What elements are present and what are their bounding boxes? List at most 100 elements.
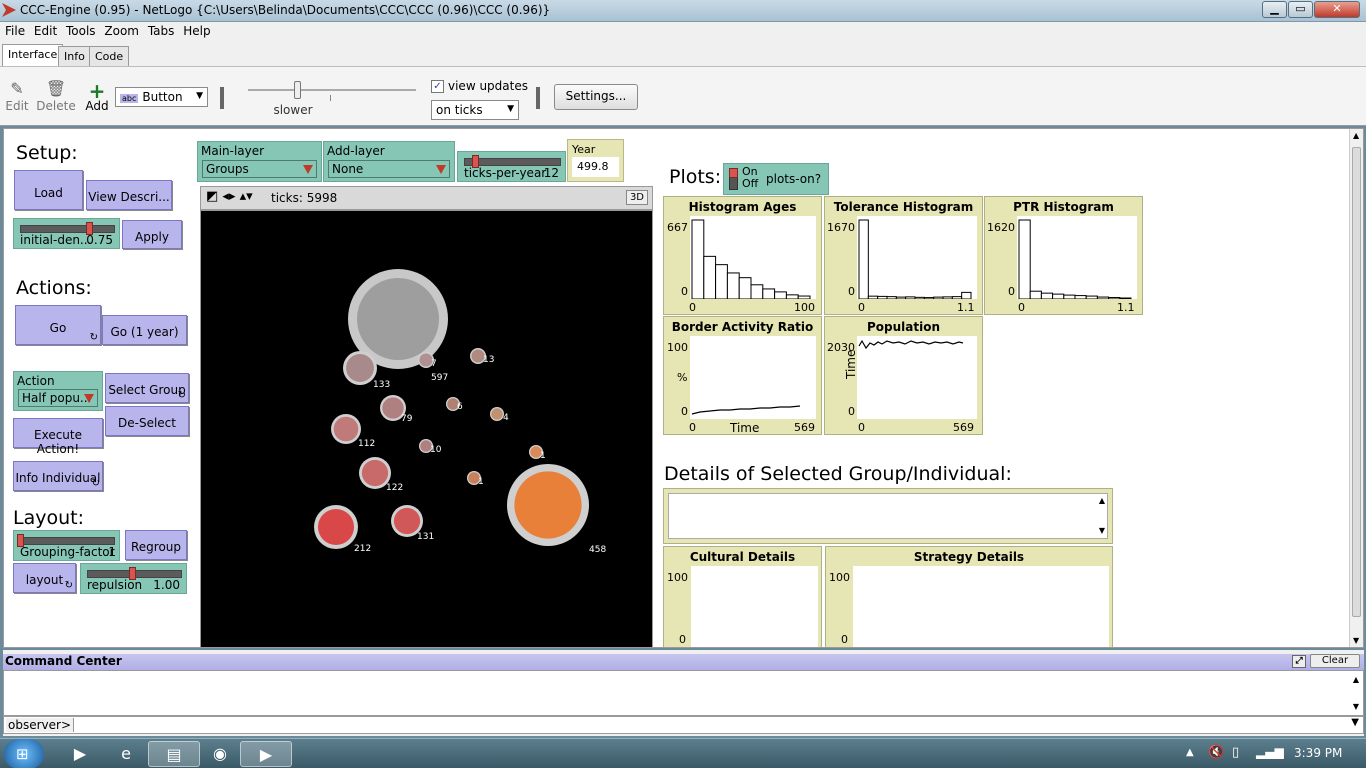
battery-icon[interactable]: ▯ — [1232, 745, 1239, 760]
details-text-area[interactable] — [668, 493, 1108, 539]
info-individual-button[interactable]: Info Individual ↻ — [13, 461, 103, 491]
group-agent[interactable] — [361, 459, 389, 487]
clock[interactable]: 3:39 PM — [1294, 746, 1342, 760]
layout-button[interactable]: layout ↻ — [13, 563, 76, 593]
add-tool[interactable]: + Add — [84, 79, 110, 113]
histogram-bar — [895, 296, 907, 300]
strategy-details-plot: Strategy Details 100 0 — [825, 546, 1113, 647]
view-updates-checkbox[interactable]: ✓ — [431, 80, 444, 93]
execute-action-button[interactable]: Execute Action! — [13, 418, 103, 456]
x-min-label: 0 — [689, 301, 696, 314]
tab-info[interactable]: Info — [58, 46, 91, 66]
group-size-label: 1 — [478, 477, 484, 487]
group-agent[interactable] — [333, 416, 359, 442]
update-mode-dropdown[interactable]: on ticks ▼ — [431, 100, 519, 120]
internet-explorer-icon[interactable]: e — [100, 741, 152, 767]
group-size-label: 458 — [589, 545, 606, 555]
start-button[interactable]: ⊞ — [4, 739, 44, 768]
minimize-button[interactable]: ▁ — [1262, 1, 1287, 18]
settings-button[interactable]: Settings... — [554, 84, 638, 110]
grouping-factor-slider[interactable]: Grouping-factor 1 — [13, 530, 120, 561]
group-size-label: 212 — [354, 544, 371, 554]
x-min-label: 0 — [1018, 301, 1025, 314]
plots-on-switch[interactable]: On Off plots-on? — [723, 163, 829, 195]
menu-tools[interactable]: Tools — [61, 22, 96, 38]
clear-button[interactable]: Clear — [1310, 654, 1360, 668]
scroll-down-icon[interactable]: ▼ — [1099, 526, 1105, 535]
ticks-per-year-slider[interactable]: ticks-per-year 12 — [457, 151, 566, 182]
chevron-down-icon — [84, 394, 94, 403]
command-center-title: Command Center — [5, 654, 122, 668]
scroll-down-icon[interactable]: ▼ — [1353, 636, 1359, 645]
widget-type-value: Button — [142, 90, 183, 104]
chooser-value[interactable]: None — [328, 160, 450, 178]
3d-button[interactable]: 3D — [625, 190, 648, 205]
view-description-button[interactable]: View Descri... — [86, 180, 172, 210]
explorer-icon[interactable]: ▤ — [148, 741, 200, 767]
menu-file[interactable]: File — [0, 22, 25, 38]
switch-knob[interactable] — [729, 168, 738, 178]
scroll-up-icon[interactable]: ▲ — [1353, 675, 1359, 684]
scroll-up-icon[interactable]: ▲ — [1099, 496, 1105, 505]
go-1-year-button[interactable]: Go (1 year) — [102, 315, 187, 345]
expand-icon[interactable]: ⤢ — [1292, 655, 1306, 668]
apply-button[interactable]: Apply — [122, 220, 182, 249]
scrollbar-thumb[interactable] — [1352, 147, 1361, 617]
population-plot: Population 2030 0 Time 0 569 — [824, 316, 983, 435]
repulsion-slider[interactable]: repulsion 1.00 — [80, 563, 187, 594]
menu-help[interactable]: Help — [178, 22, 210, 38]
interface-scrollbar[interactable]: ▲ ▼ — [1349, 129, 1363, 647]
group-agent[interactable] — [514, 471, 582, 539]
command-output[interactable]: ▲ ▼ — [3, 670, 1364, 716]
maximize-button[interactable]: ▭ — [1288, 1, 1313, 18]
add-layer-chooser[interactable]: Add-layer None — [323, 141, 455, 182]
group-agent[interactable] — [393, 507, 421, 535]
chooser-value[interactable]: Groups — [202, 160, 317, 178]
group-agent[interactable] — [491, 408, 503, 420]
menu-bar: File Edit Tools Zoom Tabs Help — [0, 22, 1366, 42]
volume-icon[interactable]: 🔇 — [1208, 745, 1224, 760]
select-group-button[interactable]: Select Group ↻ — [105, 373, 189, 403]
scroll-up-icon[interactable]: ▲ — [1353, 131, 1359, 140]
menu-zoom[interactable]: Zoom — [99, 22, 139, 38]
tab-interface[interactable]: Interface — [2, 44, 64, 66]
chooser-value[interactable]: Half popu... — [18, 389, 98, 407]
group-agent[interactable] — [317, 508, 355, 546]
initial-density-slider[interactable]: initial-den... 0.75 — [13, 218, 120, 249]
group-agent[interactable] — [346, 354, 374, 382]
command-center: Command Center ⤢ Clear ▲ ▼ observer> ▼ — [3, 650, 1364, 736]
speed-slider-tick — [330, 95, 331, 101]
delete-tool[interactable]: 🗑 Delete — [36, 79, 76, 113]
menu-tabs[interactable]: Tabs — [143, 22, 175, 38]
world-view[interactable]: 597 133 7 13 79 6 4 112 10 1 122 1 458 212 131 — [200, 210, 653, 647]
monitor-label: Year — [572, 143, 596, 156]
chevron-down-icon[interactable]: ▼ — [1351, 717, 1359, 728]
regroup-button[interactable]: Regroup — [125, 530, 187, 560]
scroll-down-icon[interactable]: ▼ — [1353, 702, 1359, 711]
close-button[interactable]: ✕ — [1314, 1, 1360, 18]
firefox-icon[interactable]: ◉ — [194, 741, 246, 767]
main-layer-chooser[interactable]: Main-layer Groups — [197, 141, 322, 182]
speed-slider-knob[interactable] — [294, 81, 301, 99]
network-icon[interactable]: ▂▄▆ — [1256, 745, 1284, 759]
netlogo-taskbar-icon[interactable]: ▶ — [240, 741, 292, 767]
speed-slider-track[interactable] — [248, 89, 416, 91]
group-agent[interactable] — [357, 278, 439, 360]
y-max-label: 1670 — [827, 221, 855, 234]
de-select-button[interactable]: De-Select — [105, 406, 189, 436]
media-player-icon[interactable]: ▶ — [54, 741, 106, 767]
tray-up-arrow-icon[interactable]: ▲ — [1186, 747, 1194, 758]
histogram-bar — [762, 288, 776, 300]
histogram-bar — [858, 219, 869, 300]
view-controls-icon[interactable]: ◩ ◂▸ ▴▾ — [206, 189, 253, 204]
tab-code[interactable]: Code — [89, 46, 130, 66]
observer-prompt[interactable]: observer> — [6, 718, 74, 732]
widget-type-dropdown[interactable]: abc Button ▼ — [115, 87, 208, 107]
edit-tool[interactable]: ✎ Edit — [4, 79, 30, 113]
x-min-label: 0 — [858, 421, 865, 434]
menu-edit[interactable]: Edit — [29, 22, 57, 38]
go-button[interactable]: Go ↻ — [15, 305, 101, 345]
load-button[interactable]: Load — [14, 170, 83, 210]
action-chooser[interactable]: Action Half popu... — [13, 371, 103, 411]
toolbar-separator — [536, 87, 540, 109]
